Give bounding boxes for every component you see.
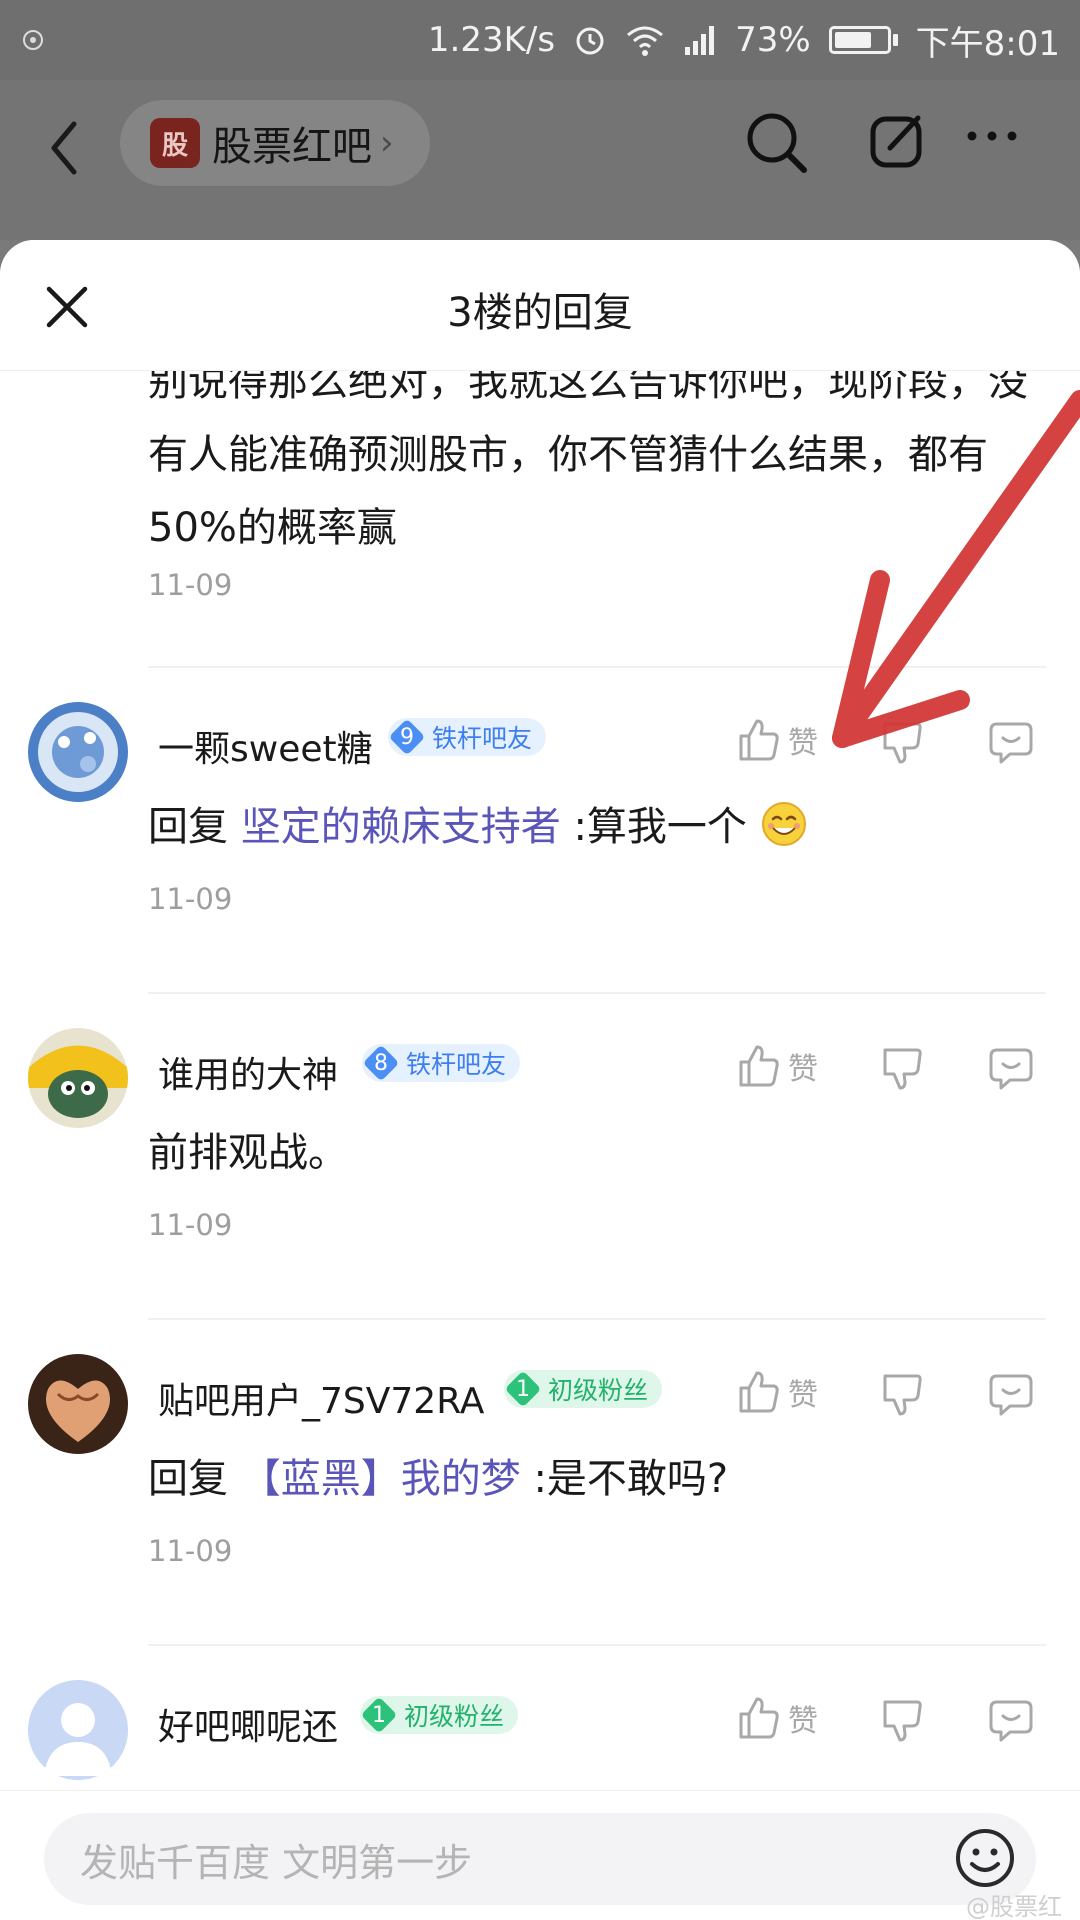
- avatar[interactable]: [28, 1028, 128, 1128]
- username[interactable]: 谁用的大神: [158, 1046, 338, 1098]
- like-button[interactable]: 赞: [738, 718, 818, 762]
- forum-avatar: 股: [150, 118, 200, 168]
- thumbs-down-icon[interactable]: [880, 1046, 924, 1092]
- compose-icon[interactable]: [868, 110, 928, 170]
- username[interactable]: 一颗sweet糖: [158, 720, 373, 772]
- clock: 下午8:01: [915, 23, 1060, 64]
- thumbs-up-icon: [739, 1697, 779, 1739]
- list-item[interactable]: 谁用的大神 8 铁杆吧友 赞 前排观战。 11-09: [0, 994, 1080, 1320]
- chevron-right-icon: ›: [380, 123, 394, 163]
- reply-content: 回复 坚定的赖床支持者 :算我一个: [148, 794, 808, 852]
- network-speed: 1.23K/s: [427, 20, 556, 60]
- mention-link[interactable]: 坚定的赖床支持者: [241, 804, 561, 850]
- status-bar: 1.23K/s 73% 下午8:01: [0, 0, 1080, 80]
- reply-date: 11-09: [148, 1534, 233, 1568]
- comment-icon[interactable]: [988, 720, 1034, 766]
- battery-percent: 73%: [735, 20, 811, 60]
- mention-link[interactable]: 【蓝黑】我的梦: [241, 1456, 521, 1502]
- level-gem-icon: 1: [504, 1370, 542, 1408]
- replies-sheet: 3楼的回复 别说得那么绝对，我就这么告诉你吧，现阶段，没有人能准确预测股市，你不…: [0, 240, 1080, 1920]
- like-button[interactable]: 赞: [738, 1044, 818, 1088]
- more-icon[interactable]: [964, 128, 1020, 144]
- level-gem-icon: 8: [362, 1044, 400, 1082]
- alarm-icon: [576, 27, 604, 55]
- forum-name: 股票红吧: [212, 124, 372, 170]
- battery-icon: [828, 26, 898, 54]
- wifi-icon: [627, 26, 664, 56]
- level-gem-icon: 9: [388, 718, 426, 756]
- avatar[interactable]: [28, 1354, 128, 1454]
- username[interactable]: 好吧唧呢还: [158, 1698, 338, 1750]
- smile-emoji-icon: [761, 802, 806, 846]
- reply-date: 11-09: [148, 1208, 233, 1242]
- forum-pill[interactable]: 股 股票红吧 ›: [120, 100, 430, 186]
- reply-date: 11-09: [148, 568, 233, 602]
- level-badge: 1 初级粉丝: [360, 1696, 519, 1734]
- watermark: @股票红: [966, 1893, 1062, 1920]
- thumbs-down-icon[interactable]: [880, 720, 924, 766]
- thumbs-down-icon[interactable]: [880, 1698, 924, 1744]
- level-badge: 1 初级粉丝: [504, 1370, 663, 1408]
- reply-list[interactable]: 别说得那么绝对，我就这么告诉你吧，现阶段，没有人能准确预测股市，你不管猜什么结果…: [0, 370, 1080, 1790]
- list-item[interactable]: 好吧唧呢还 1 初级粉丝 赞: [0, 1646, 1080, 1790]
- sheet-title: 3楼的回复: [447, 290, 633, 336]
- avatar[interactable]: [28, 1680, 128, 1780]
- reply-date: 11-09: [148, 882, 233, 916]
- reply-content: 前排观战。: [148, 1130, 348, 1176]
- comment-icon[interactable]: [988, 1046, 1034, 1092]
- reply-input-bar: 发贴千百度 文明第一步 @股票红: [0, 1790, 1080, 1920]
- signal-icon: [685, 26, 715, 55]
- reply-input[interactable]: 发贴千百度 文明第一步: [44, 1813, 1036, 1905]
- thumbs-up-icon: [739, 1045, 779, 1087]
- emoji-icon[interactable]: [954, 1827, 1016, 1889]
- like-button[interactable]: 赞: [738, 1370, 818, 1414]
- level-gem-icon: 1: [360, 1696, 398, 1734]
- avatar[interactable]: [28, 702, 128, 802]
- like-button[interactable]: 赞: [738, 1696, 818, 1740]
- level-badge: 9 铁杆吧友: [388, 718, 547, 756]
- comment-icon[interactable]: [988, 1698, 1034, 1744]
- thumbs-up-icon: [739, 719, 779, 761]
- list-item[interactable]: 一颗sweet糖 9 铁杆吧友 赞 回复 坚定的赖床支持者 :算我一个 11-0…: [0, 668, 1080, 994]
- reply-content: 回复 【蓝黑】我的梦 :是不敢吗?: [148, 1456, 729, 1502]
- thumbs-up-icon: [739, 1371, 779, 1413]
- thumbs-down-icon[interactable]: [880, 1372, 924, 1418]
- back-icon[interactable]: [46, 116, 82, 180]
- app-header: 股 股票红吧 ›: [0, 80, 1080, 240]
- list-item[interactable]: 贴吧用户_7SV72RA 1 初级粉丝 赞 回复 【蓝黑】我的梦:是不敢吗? …: [0, 1320, 1080, 1646]
- notification-icon: [23, 30, 43, 50]
- search-icon[interactable]: [744, 110, 810, 176]
- reply-text: 别说得那么绝对，我就这么告诉你吧，现阶段，没有人能准确预测股市，你不管猜什么结果…: [148, 370, 1028, 551]
- comment-icon[interactable]: [988, 1372, 1034, 1418]
- sheet-header: 3楼的回复: [0, 240, 1080, 371]
- username[interactable]: 贴吧用户_7SV72RA: [158, 1372, 484, 1424]
- level-badge: 8 铁杆吧友: [362, 1044, 521, 1082]
